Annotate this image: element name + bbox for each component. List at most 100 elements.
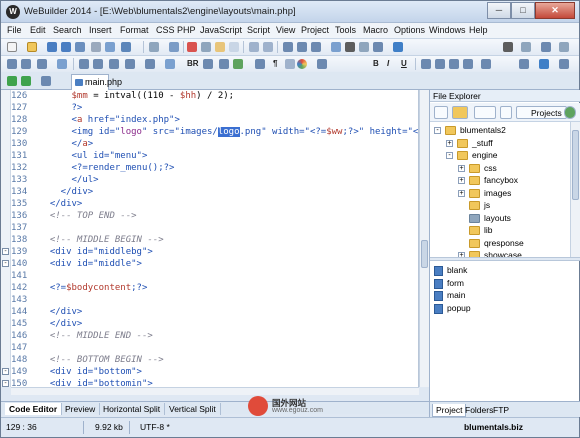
- speech-icon[interactable]: [57, 59, 67, 69]
- italic-button[interactable]: I: [387, 59, 389, 68]
- menu-php[interactable]: PHP: [177, 25, 196, 35]
- tree-item-lib[interactable]: lib: [458, 225, 570, 237]
- link-icon[interactable]: [393, 42, 403, 52]
- fold-toggle-icon[interactable]: -: [2, 260, 9, 267]
- code-line[interactable]: 129 <img id="logo" src="images/logo.png"…: [11, 126, 418, 138]
- menu-macro[interactable]: Macro: [363, 25, 388, 35]
- forward-arrow-icon[interactable]: [21, 76, 31, 86]
- maximize-button[interactable]: □: [511, 2, 535, 19]
- indent-icon[interactable]: [283, 42, 293, 52]
- align-right-icon[interactable]: [449, 59, 459, 69]
- refresh-icon[interactable]: [500, 106, 512, 119]
- copy-icon[interactable]: [201, 42, 211, 52]
- outdent-icon[interactable]: [297, 42, 307, 52]
- search-web-icon[interactable]: [503, 42, 513, 52]
- menu-project[interactable]: Project: [301, 25, 329, 35]
- code-line[interactable]: 130 </a>: [11, 138, 418, 150]
- image-icon[interactable]: [233, 59, 243, 69]
- code-line[interactable]: 138 <!-- MIDDLE BEGIN -->: [11, 234, 418, 246]
- binoculars-icon[interactable]: [345, 42, 355, 52]
- code-line[interactable]: 146 <!-- MIDDLE END -->: [11, 330, 418, 342]
- font-icon[interactable]: [481, 59, 491, 69]
- table-icon[interactable]: [311, 42, 321, 52]
- tree-item-fancybox[interactable]: + fancybox: [458, 175, 570, 187]
- save-icon[interactable]: [47, 42, 57, 52]
- tree-item-stuff[interactable]: + _stuff: [446, 138, 566, 150]
- replace-icon[interactable]: [169, 42, 179, 52]
- tag-icon[interactable]: [373, 42, 383, 52]
- code-line[interactable]: 128 <a href="index.php">: [11, 114, 418, 126]
- fold-toggle-icon[interactable]: -: [2, 368, 9, 375]
- file-item-popup[interactable]: popup: [434, 303, 554, 315]
- line-icon[interactable]: [37, 59, 47, 69]
- code-line[interactable]: 126 $mm = intval((110 - $hh) / 2);: [11, 90, 418, 102]
- menu-script[interactable]: Script: [247, 25, 270, 35]
- scrollbar-thumb[interactable]: [421, 240, 428, 268]
- file-encoding[interactable]: UTF-8 *: [140, 422, 170, 432]
- fold-toggle-icon[interactable]: -: [2, 380, 9, 387]
- block-icon[interactable]: [125, 59, 135, 69]
- sync-icon[interactable]: [541, 42, 551, 52]
- br-button[interactable]: BR: [187, 59, 199, 68]
- menu-css[interactable]: CSS: [156, 25, 175, 35]
- file-item-form[interactable]: form: [434, 278, 554, 290]
- menu-options[interactable]: Options: [394, 25, 425, 35]
- anchor-icon[interactable]: [219, 59, 229, 69]
- tab-ftp[interactable]: FTP: [490, 404, 512, 416]
- media-icon[interactable]: [165, 59, 175, 69]
- expand-toggle-icon[interactable]: +: [446, 139, 453, 147]
- editor-vertical-scrollbar[interactable]: [419, 90, 429, 387]
- hr-icon[interactable]: [255, 59, 265, 69]
- code-line[interactable]: 150 <div id="bottomin">: [11, 378, 418, 387]
- menu-help[interactable]: Help: [469, 25, 488, 35]
- browser-preview-icon[interactable]: [121, 42, 131, 52]
- tab-vertical-split[interactable]: Vertical Split: [165, 403, 221, 415]
- tree-item-js[interactable]: js: [458, 200, 570, 212]
- code-line[interactable]: 148 <!-- BOTTOM BEGIN -->: [11, 354, 418, 366]
- print-preview-icon[interactable]: [105, 42, 115, 52]
- upload-icon[interactable]: [521, 42, 531, 52]
- color-picker-icon[interactable]: [297, 59, 307, 69]
- tree-scrollbar-thumb[interactable]: [572, 130, 579, 200]
- tree-item-images[interactable]: + images: [458, 188, 570, 200]
- editor-horizontal-scrollbar[interactable]: [11, 387, 419, 395]
- code-line[interactable]: 140 <div id="middle">: [11, 258, 418, 270]
- title-bar[interactable]: W WeBuilder 2014 - [E:\Web\blumentals2\e…: [1, 1, 579, 23]
- tab-code-editor[interactable]: Code Editor: [5, 403, 63, 415]
- tab-preview[interactable]: Preview: [61, 403, 101, 415]
- minimize-button[interactable]: ─: [487, 2, 511, 19]
- pilcrow-button[interactable]: ¶: [273, 59, 277, 68]
- tab-horizontal-split[interactable]: Horizontal Split: [99, 403, 166, 415]
- tab-main-php[interactable]: main.php: [71, 74, 122, 90]
- frame-icon[interactable]: [331, 42, 341, 52]
- new-file-icon[interactable]: [7, 42, 17, 52]
- code-line[interactable]: 136 <!-- TOP END -->: [11, 210, 418, 222]
- code-line[interactable]: 132 <?=render_menu();?>: [11, 162, 418, 174]
- numbering-icon[interactable]: [93, 59, 103, 69]
- tree-item-css[interactable]: + css: [458, 163, 570, 175]
- code-line[interactable]: 141: [11, 270, 418, 282]
- style-icon[interactable]: [317, 59, 327, 69]
- delete-icon[interactable]: [229, 42, 239, 52]
- menu-edit[interactable]: Edit: [30, 25, 46, 35]
- expand-toggle-icon[interactable]: -: [446, 152, 453, 159]
- code-line[interactable]: 133 </ul>: [11, 174, 418, 186]
- code-line[interactable]: 143: [11, 294, 418, 306]
- open-folder-button[interactable]: [452, 106, 468, 119]
- tree-item-qresponse[interactable]: qresponse: [458, 238, 570, 250]
- expand-toggle-icon[interactable]: -: [434, 127, 441, 134]
- code-line[interactable]: 139 <div id="middlebg">: [11, 246, 418, 258]
- underline-button[interactable]: U: [401, 59, 407, 68]
- code-editor[interactable]: 126 $mm = intval((110 - $hh) / 2); 127 ?>…: [11, 90, 419, 387]
- align-center-icon[interactable]: [435, 59, 445, 69]
- fold-toggle-icon[interactable]: -: [2, 248, 9, 255]
- cut-icon[interactable]: [187, 42, 197, 52]
- expand-toggle-icon[interactable]: +: [458, 164, 465, 172]
- menu-javascript[interactable]: JavaScript: [200, 25, 242, 35]
- tab-list-icon[interactable]: [41, 76, 51, 86]
- menu-file[interactable]: File: [7, 25, 22, 35]
- code-line[interactable]: 137: [11, 222, 418, 234]
- list-icon[interactable]: [109, 59, 119, 69]
- expand-toggle-icon[interactable]: +: [458, 189, 465, 197]
- tree-item-showcase[interactable]: + showcase: [458, 250, 570, 257]
